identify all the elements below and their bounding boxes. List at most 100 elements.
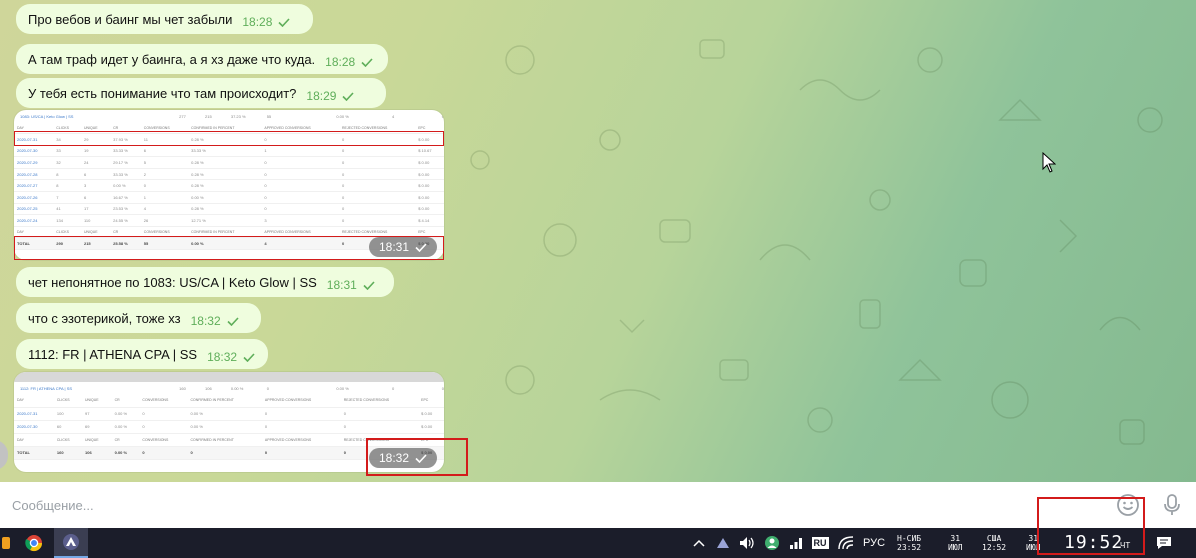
taskbar-app-partial[interactable]	[0, 528, 14, 558]
table-cell: 2020-07-31	[14, 407, 54, 421]
table-cell: TOTAL	[14, 446, 54, 460]
table-cell: 0	[261, 420, 341, 434]
table-cell: 3	[261, 214, 340, 227]
table-cell: CONVERSIONS	[139, 433, 188, 447]
table-cell: 8	[53, 179, 81, 193]
table-cell: 106	[82, 446, 112, 460]
message-bubble[interactable]: что с эзотерикой, тоже хз 18:32	[16, 303, 261, 333]
table-cell: 0	[340, 407, 419, 421]
table-row: 2020-07-30 60 69 0.00 % 0 0.00 % 0 0 $ 0.00	[14, 420, 444, 434]
message-text: чет непонятное по 1083: US/CA | Keto Glo…	[28, 274, 317, 290]
table-cell: 6	[80, 168, 111, 181]
volume-icon[interactable]	[738, 528, 756, 558]
table-row: 2020-07-26 7 6 16.67 % 1 0.00 % 0 0 $ 0.00	[14, 191, 444, 204]
table-cell: 0.00 %	[110, 179, 141, 193]
message-text: А там траф идет у баинга, а я хз даже чт…	[28, 51, 316, 67]
table-cell: 0	[339, 156, 416, 169]
table-cell: 100	[53, 407, 83, 421]
table-cell: 41	[53, 203, 81, 216]
message-time: 18:28	[325, 55, 356, 69]
chrome-icon	[25, 535, 43, 552]
app-icon	[2, 537, 10, 549]
table-cell: CONFIRMED IN PERCENT	[187, 433, 262, 447]
table-cell: 134	[53, 214, 81, 227]
table-cell: 69	[82, 420, 112, 434]
table-row: 2020-07-24 134 110 24.55 % 26 12.71 % 3 0 $ 4.14	[14, 214, 444, 227]
table-row: 2020-07-27 8 3 0.00 % 0 0.28 % 0 0 $ 0.00	[14, 179, 444, 193]
table-cell: 0.00 %	[187, 407, 262, 421]
read-check-icon	[278, 17, 290, 27]
table-cell: $ 4.14	[415, 214, 444, 227]
table-cell: 7	[53, 191, 81, 204]
network-icon[interactable]	[836, 528, 856, 558]
table-cell: 0	[139, 420, 188, 434]
message-text: 1112: FR | ATHENA CPA | SS	[28, 346, 198, 362]
report-title-row: 1112: FR | ATHENA CPA | SS 160 106 0.00 …	[20, 385, 444, 391]
table-cell: 2020-07-27	[14, 179, 54, 193]
table-cell: APPROVED CONVERSIONS	[261, 394, 341, 408]
table-cell: 0	[339, 179, 416, 193]
table-cell: 0.00 %	[111, 420, 140, 434]
message-bubble[interactable]: А там траф идет у баинга, а я хз даже чт…	[16, 44, 388, 74]
table-cell: 0.28 %	[188, 156, 262, 169]
message-bubble[interactable]: У тебя есть понимание что там происходит…	[16, 78, 386, 108]
message-bubble[interactable]: Про вебов и баинг мы чет забыли 18:28	[16, 4, 313, 34]
table-cell: 0	[339, 145, 416, 158]
table-cell: 2020-07-29	[14, 156, 54, 169]
table-cell: 0.00 %	[188, 191, 262, 204]
read-check-icon	[363, 280, 375, 290]
message-input[interactable]: Сообщение...	[12, 498, 94, 513]
table-cell: CONFIRMED IN PERCENT	[187, 394, 262, 408]
table-cell: 12.71 %	[188, 214, 262, 227]
world-clock-usa: США 12:52	[982, 534, 1007, 552]
world-clock-date: 31 ИЮЛ	[948, 534, 963, 552]
table-cell: $ 10.67	[415, 145, 444, 158]
microphone-icon[interactable]	[1162, 493, 1182, 517]
table-cell: 33	[53, 145, 81, 158]
table-cell: 5	[140, 156, 189, 169]
table-cell: 0	[140, 179, 189, 193]
table-cell: 3	[80, 179, 111, 193]
table-row: 2020-07-31 100 97 0.00 % 0 0.00 % 0 0 $ 0.00	[14, 407, 444, 421]
taskbar: RU РУС Н-СИБ 23:52 31 ИЮЛ США 12:52 31 И…	[0, 528, 1196, 558]
table-cell: UNIQUE	[82, 433, 112, 447]
language-badge[interactable]: RU	[810, 528, 830, 558]
table-cell: 0	[261, 168, 340, 181]
message-bubble[interactable]: чет непонятное по 1083: US/CA | Keto Glo…	[16, 267, 394, 297]
notifications-icon[interactable]	[1150, 528, 1178, 558]
table-cell: 2020-07-28	[14, 168, 54, 181]
tray-app-icon[interactable]	[714, 528, 732, 558]
report-title: 1083: US/CA | Keto Glow | SS	[20, 113, 74, 119]
message-time: 18:29	[306, 89, 337, 103]
read-check-icon	[415, 453, 427, 463]
table-cell: 0.28 %	[188, 179, 262, 193]
tray-chevron-up-icon[interactable]	[690, 528, 708, 558]
taskbar-app-active[interactable]	[54, 528, 88, 558]
table-cell: 1	[261, 145, 340, 158]
signal-bars-icon[interactable]	[786, 528, 806, 558]
table-cell: $ 0.00	[415, 179, 444, 193]
table-row: 2020-07-30 33 19 33.33 % 6 33.33 % 1 0 $ 10.67	[14, 145, 444, 158]
table-cell: 0	[139, 407, 188, 421]
table-cell: 0	[339, 191, 416, 204]
table-cell: 0	[340, 420, 419, 434]
table-cell: EPC	[418, 394, 444, 408]
table-cell: 0	[339, 214, 416, 227]
keyboard-layout[interactable]: РУС	[860, 528, 888, 558]
table-row: 2020-07-25 41 17 23.53 % 4 0.28 % 0 0 $ 0.00	[14, 203, 444, 216]
table-cell: 6	[80, 191, 111, 204]
read-check-icon	[361, 57, 373, 67]
message-bubble[interactable]: 1112: FR | ATHENA CPA | SS 18:32	[16, 339, 268, 369]
tray-status-icon[interactable]	[762, 528, 782, 558]
message-composer[interactable]: Сообщение...	[0, 482, 1196, 528]
table-cell: 24.55 %	[110, 214, 141, 227]
table-cell: $ 0.00	[415, 168, 444, 181]
taskbar-app-chrome[interactable]	[20, 528, 48, 558]
table-cell: 2020-07-25	[14, 203, 54, 216]
table-row: 2020-07-28 8 6 33.33 % 2 0.28 % 0 0 $ 0.00	[14, 168, 444, 181]
highlight-box	[14, 131, 444, 146]
table-cell: APPROVED CONVERSIONS	[261, 433, 341, 447]
table-cell: 32	[53, 156, 81, 169]
mouse-cursor-icon	[1042, 152, 1056, 173]
table-cell: CONVERSIONS	[139, 394, 188, 408]
